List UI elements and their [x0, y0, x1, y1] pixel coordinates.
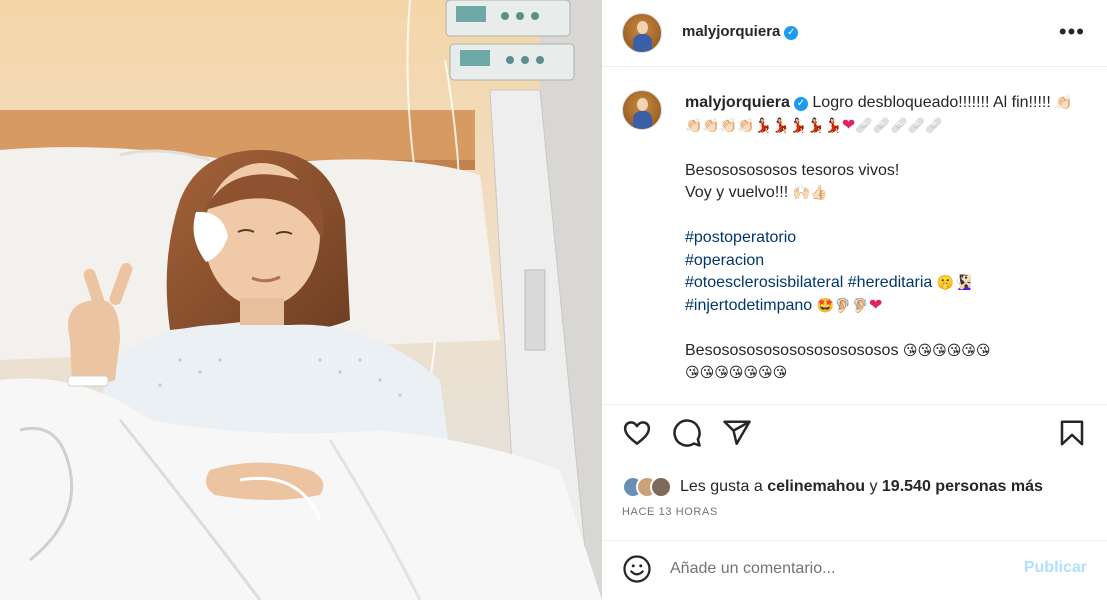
- likes-text: Les gusta a celinemahou y 19.540 persona…: [680, 478, 1043, 496]
- caption-verified-badge-icon: ✓: [793, 97, 808, 111]
- hashtag-postoperatorio[interactable]: #postoperatorio: [685, 229, 796, 246]
- likes-count-link[interactable]: 19.540 personas más: [882, 478, 1043, 495]
- heart-outline-icon[interactable]: [622, 418, 652, 448]
- likes-joiner: y: [869, 478, 878, 495]
- caption-author-avatar[interactable]: [622, 90, 662, 130]
- caption-line3: Besososososos tesoros vivos!: [685, 161, 900, 179]
- heart-emoji-icon-2: ❤: [868, 296, 883, 314]
- smiley-icon[interactable]: [622, 554, 652, 584]
- speech-bubble-icon[interactable]: [672, 418, 702, 448]
- post-photo: [0, 0, 602, 600]
- kiss-emojis-2: 😘😘😘😘😘😘😘: [685, 365, 788, 381]
- hereditaria-emojis: 🤫🧏🏻‍♀️: [936, 275, 972, 291]
- hashtag-operacion[interactable]: #operacion: [685, 252, 764, 269]
- liker-avatar-3[interactable]: [650, 476, 672, 498]
- caption-line4-emojis: 🙌🏻👍🏻: [792, 185, 828, 201]
- bookmark-icon[interactable]: [1057, 418, 1087, 448]
- author-username-text[interactable]: malyjorquiera: [682, 23, 780, 40]
- likes-user-link[interactable]: celinemahou: [767, 478, 865, 495]
- likes-summary: Les gusta a celinemahou y 19.540 persona…: [622, 473, 1043, 501]
- caption-username[interactable]: malyjorquiera: [685, 94, 790, 111]
- caption-line4-text: Voy y vuelvo!!!: [685, 184, 789, 201]
- comment-input[interactable]: [670, 558, 1000, 580]
- caption-line2-emojis: 🩹🩹🩹🩹🩹: [855, 117, 943, 134]
- header-divider: [602, 66, 1107, 67]
- more-options-icon[interactable]: •••: [1059, 21, 1085, 43]
- comment-bar: Publicar: [602, 540, 1107, 600]
- hospital-photo-illustration: [0, 0, 602, 600]
- injerto-emojis: 🤩🦻🏻🦻🏻: [816, 297, 869, 314]
- post-timestamp[interactable]: HACE 13 HORAS: [622, 506, 718, 518]
- caption-divider: [602, 404, 1107, 405]
- author-username[interactable]: malyjorquiera ✓: [682, 23, 799, 40]
- heart-emoji-icon: ❤: [841, 116, 856, 134]
- verified-badge-icon: ✓: [784, 26, 799, 40]
- caption-line1-text: Logro desbloqueado!!!!!!! Al fin!!!!!: [812, 94, 1051, 111]
- author-avatar[interactable]: [622, 13, 662, 53]
- caption-kisses-text: Besososososososososososos: [685, 341, 899, 359]
- post-side-panel: malyjorquiera ✓ ••• malyjorquiera ✓ Logro …: [602, 0, 1107, 600]
- kiss-emojis: 😘😘😘😘😘😘: [902, 342, 991, 359]
- hashtag-otoesclerosisbilateral[interactable]: #otoesclerosisbilateral: [685, 274, 843, 291]
- caption-text: malyjorquiera ✓ Logro desbloqueado!!!!!!!…: [685, 92, 1085, 385]
- hashtag-injertodetimpano[interactable]: #injertodetimpano: [685, 297, 812, 314]
- paper-plane-icon[interactable]: [722, 418, 752, 448]
- likes-prefix: Les gusta a: [680, 478, 763, 495]
- action-bar: [602, 418, 1107, 458]
- hashtag-hereditaria[interactable]: #hereditaria: [848, 274, 933, 291]
- publish-button[interactable]: Publicar: [1024, 559, 1087, 577]
- caption-scroll-area[interactable]: malyjorquiera ✓ Logro desbloqueado!!!!!!!…: [602, 74, 1107, 404]
- post-header: malyjorquiera ✓ •••: [602, 0, 1107, 66]
